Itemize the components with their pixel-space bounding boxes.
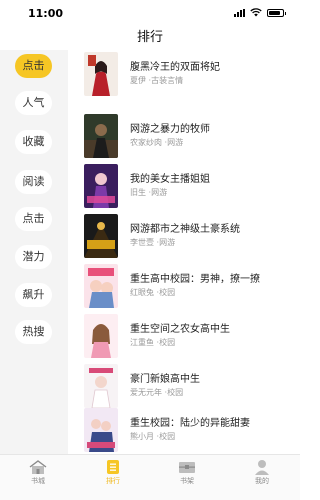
- book-genre: 校园: [167, 388, 184, 397]
- book-title: 我的美女主播姐姐: [130, 174, 210, 185]
- nav-bar: 排行: [0, 26, 300, 50]
- book-item[interactable]: 重生高中校园：男神，撩一撩 红眼兔 ·校园: [68, 264, 300, 308]
- book-meta: 农家纱肉 ·网游: [130, 138, 184, 147]
- tab-profile[interactable]: 我的: [232, 459, 292, 486]
- book-meta: 李世壹 ·网游: [130, 238, 176, 247]
- book-genre: 古装言情: [151, 76, 184, 85]
- book-cover: [84, 364, 118, 408]
- book-cover: [84, 314, 118, 358]
- status-icons: [234, 8, 286, 17]
- profile-icon: [255, 460, 269, 475]
- book-item[interactable]: 重生校园：陆少的异能甜妻 熊小月 ·校园: [68, 408, 300, 452]
- book-item[interactable]: 重生空间之农女高中生 江重鱼 ·校园: [68, 314, 300, 358]
- book-item[interactable]: 豪门新娘高中生 爱无元年 ·校园: [68, 364, 300, 408]
- book-cover: [84, 214, 118, 258]
- book-meta: 红眼兔 ·校园: [130, 288, 176, 297]
- tab-ranking[interactable]: 排行: [83, 459, 143, 486]
- category-item-collection[interactable]: 收藏: [15, 130, 52, 154]
- status-time: 11:00: [28, 7, 64, 20]
- bookshelf-icon: [179, 462, 195, 473]
- book-meta: 江重鱼 ·校园: [130, 338, 176, 347]
- book-meta: 爱无元年 ·校园: [130, 388, 184, 397]
- book-item[interactable]: 腹黑冷王的双面将妃 夏伊 ·古装言情: [68, 52, 300, 96]
- book-meta: 夏伊 ·古装言情: [130, 76, 184, 85]
- book-author: 夏伊: [130, 76, 146, 85]
- wifi-icon: [250, 8, 262, 17]
- book-item[interactable]: 网游都市之神级土豪系统 李世壹 ·网游: [68, 214, 300, 258]
- book-title: 重生空间之农女高中生: [130, 324, 230, 335]
- category-item-click[interactable]: 点击: [15, 54, 52, 78]
- tab-label: 排行: [106, 477, 120, 485]
- bottom-tab-bar: 书城 排行 书架 我的: [0, 454, 300, 500]
- book-cover: [84, 408, 118, 452]
- book-list: 腹黑冷王的双面将妃 夏伊 ·古装言情 网游之暴力的牧师 农家纱肉 ·网游 我的美…: [68, 50, 300, 454]
- category-item-popularity[interactable]: 人气: [15, 91, 52, 115]
- book-title: 网游之暴力的牧师: [130, 124, 210, 135]
- book-author: 红眼兔: [130, 288, 154, 297]
- book-meta: 熊小月 ·校园: [130, 432, 176, 441]
- category-item-rising[interactable]: 飙升: [15, 283, 52, 307]
- book-title: 重生校园：陆少的异能甜妻: [130, 418, 250, 429]
- battery-icon: [267, 8, 286, 17]
- category-item-potential[interactable]: 潜力: [15, 245, 52, 269]
- tab-bookstore[interactable]: 书城: [8, 459, 68, 486]
- book-item[interactable]: 我的美女主播姐姐 旧生 ·网游: [68, 164, 300, 208]
- book-title: 腹黑冷王的双面将妃: [130, 62, 220, 73]
- status-bar: 11:00: [0, 0, 300, 26]
- cellular-signal-icon: [234, 8, 245, 17]
- book-author: 爱无元年: [130, 388, 162, 397]
- book-cover: [84, 164, 118, 208]
- book-author: 农家纱肉: [130, 138, 162, 147]
- category-item-hot-search[interactable]: 热搜: [15, 320, 52, 344]
- book-title: 网游都市之神级土豪系统: [130, 224, 240, 235]
- tab-label: 书城: [31, 477, 45, 485]
- book-title: 重生高中校园：男神，撩一撩: [130, 274, 260, 285]
- book-genre: 网游: [167, 138, 184, 147]
- category-item-reading[interactable]: 阅读: [15, 170, 52, 194]
- book-genre: 校园: [159, 432, 176, 441]
- category-item-click-2[interactable]: 点击: [15, 207, 52, 231]
- book-cover: [84, 264, 118, 308]
- bookstore-icon: [29, 460, 47, 474]
- page-title: 排行: [136, 30, 163, 45]
- book-genre: 网游: [159, 238, 176, 247]
- ranking-icon: [107, 460, 119, 474]
- book-author: 旧生: [130, 188, 146, 197]
- category-sidebar: 点击 人气 收藏 阅读 点击 潜力 飙升 热搜: [0, 50, 68, 454]
- tab-bookshelf[interactable]: 书架: [157, 459, 217, 486]
- book-author: 熊小月: [130, 432, 154, 441]
- book-cover: [84, 114, 118, 158]
- tab-label: 我的: [255, 477, 269, 485]
- tab-label: 书架: [180, 477, 194, 485]
- book-genre: 网游: [151, 188, 168, 197]
- book-title: 豪门新娘高中生: [130, 374, 200, 385]
- book-author: 江重鱼: [130, 338, 154, 347]
- book-genre: 校园: [159, 338, 176, 347]
- book-item[interactable]: 网游之暴力的牧师 农家纱肉 ·网游: [68, 114, 300, 158]
- book-cover: [84, 52, 118, 96]
- book-genre: 校园: [159, 288, 176, 297]
- book-meta: 旧生 ·网游: [130, 188, 168, 197]
- book-author: 李世壹: [130, 238, 154, 247]
